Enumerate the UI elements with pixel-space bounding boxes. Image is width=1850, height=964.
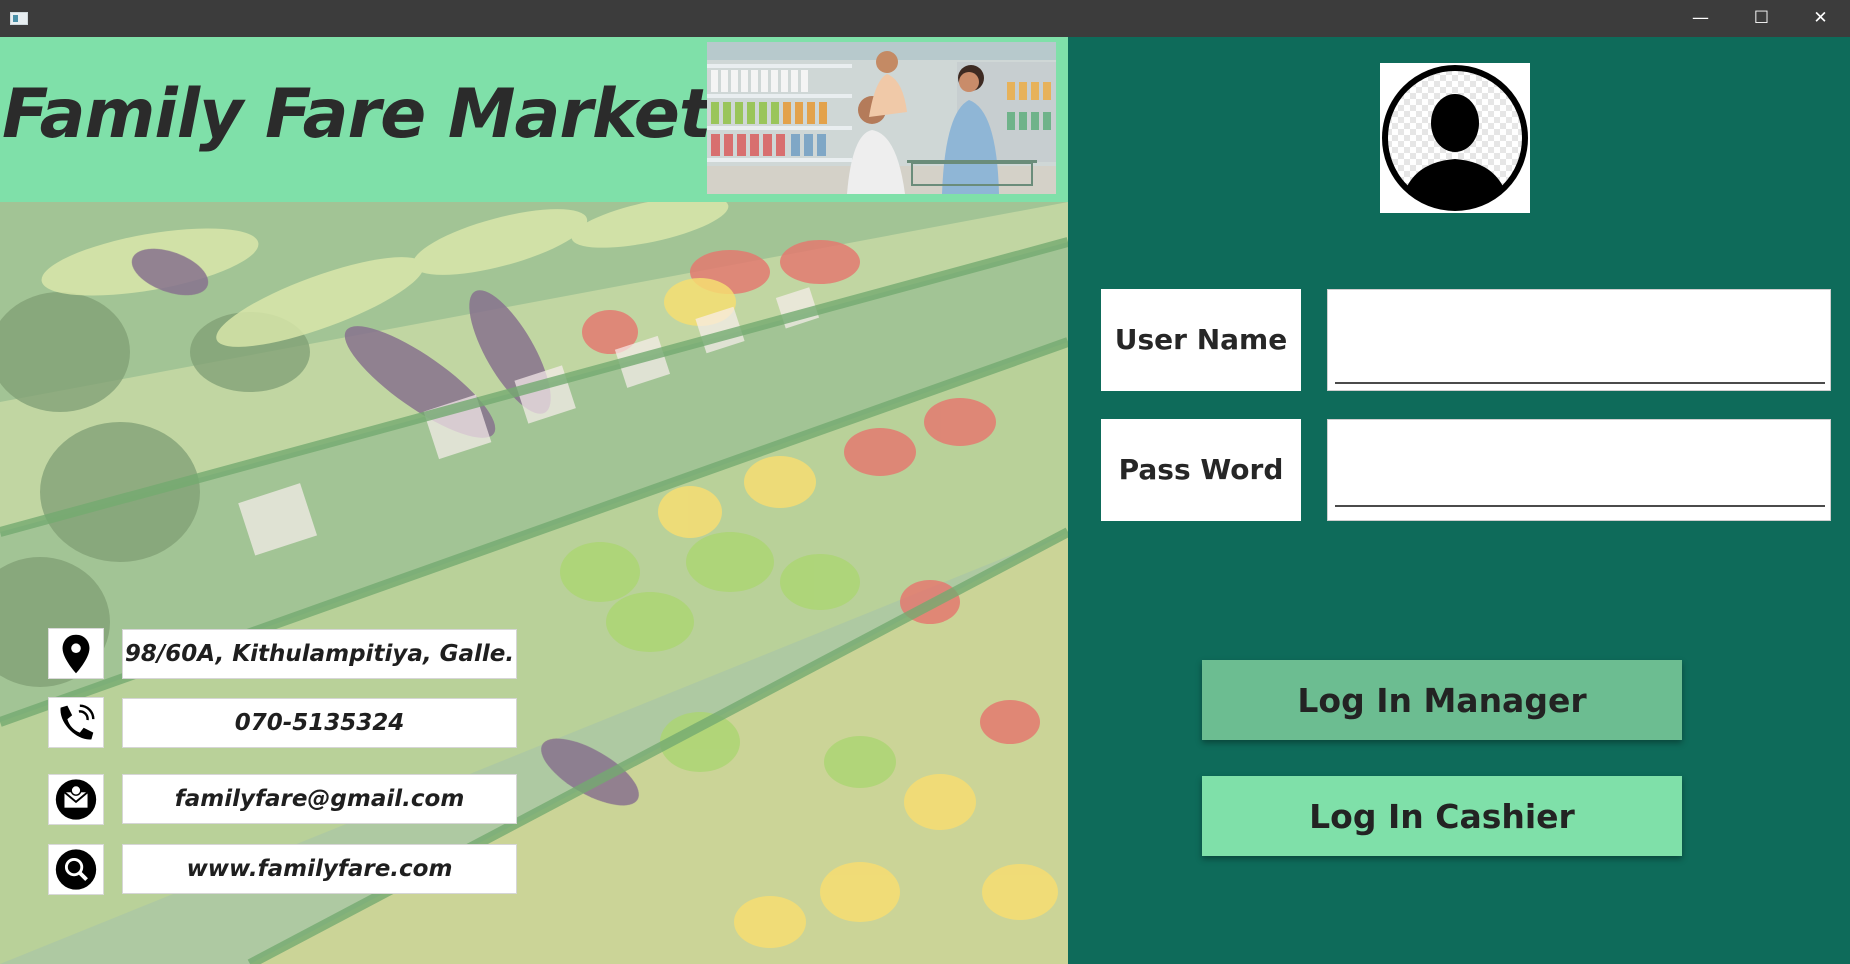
- web-search-icon: [48, 844, 104, 895]
- close-icon[interactable]: ✕: [1791, 0, 1850, 37]
- phone-icon: [48, 697, 104, 748]
- shopping-family-photo: [707, 42, 1056, 194]
- login-manager-button[interactable]: Log In Manager: [1202, 660, 1682, 740]
- header-banner: Family Fare Market: [0, 37, 1068, 202]
- password-underline: [1335, 505, 1825, 507]
- login-cashier-button[interactable]: Log In Cashier: [1202, 776, 1682, 856]
- minimize-icon[interactable]: —: [1671, 0, 1730, 37]
- address-text: 98/60A, Kithulampitiya, Galle.: [122, 629, 517, 679]
- location-pin-icon: [48, 628, 104, 679]
- store-title: Family Fare Market: [2, 75, 711, 154]
- user-avatar-icon: [1380, 63, 1530, 213]
- email-text: familyfare@gmail.com: [122, 774, 517, 824]
- website-text: www.familyfare.com: [122, 844, 517, 894]
- email-icon: [48, 774, 104, 825]
- username-input[interactable]: [1327, 289, 1831, 391]
- app-icon: [10, 12, 28, 25]
- shopping-family-illustration: [707, 42, 1056, 194]
- maximize-icon[interactable]: ☐: [1732, 0, 1791, 37]
- left-panel: Family Fare Market 98/60A, Kithulampitiy…: [0, 37, 1068, 964]
- password-label: Pass Word: [1101, 419, 1301, 521]
- username-label: User Name: [1101, 289, 1301, 391]
- username-underline: [1335, 382, 1825, 384]
- phone-text: 070-5135324: [122, 698, 517, 748]
- window-titlebar: — ☐ ✕: [0, 0, 1850, 37]
